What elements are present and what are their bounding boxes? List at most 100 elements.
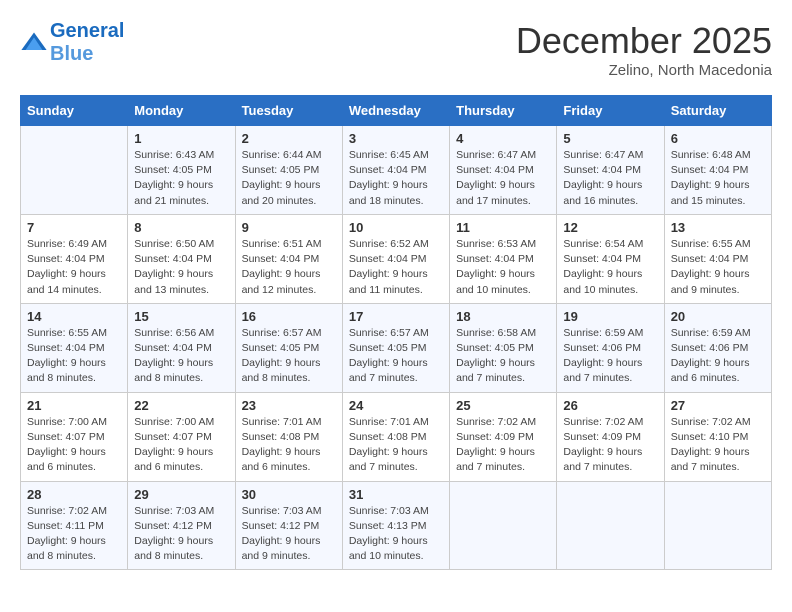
day-info: Sunrise: 7:01 AMSunset: 4:08 PMDaylight:… xyxy=(349,415,443,476)
calendar-cell: 29 Sunrise: 7:03 AMSunset: 4:12 PMDayligh… xyxy=(128,481,235,570)
day-number: 13 xyxy=(671,220,765,235)
calendar-cell: 2 Sunrise: 6:44 AMSunset: 4:05 PMDaylight… xyxy=(235,126,342,215)
calendar-week-row: 1 Sunrise: 6:43 AMSunset: 4:05 PMDaylight… xyxy=(21,126,772,215)
day-number: 12 xyxy=(563,220,657,235)
weekday-header: Tuesday xyxy=(235,96,342,126)
day-info: Sunrise: 6:54 AMSunset: 4:04 PMDaylight:… xyxy=(563,237,657,298)
calendar-cell: 5Sunrise: 6:47 AMSunset: 4:04 PMDaylight… xyxy=(557,126,664,215)
calendar-cell: 25Sunrise: 7:02 AMSunset: 4:09 PMDayligh… xyxy=(450,392,557,481)
calendar-cell: 3 Sunrise: 6:45 AMSunset: 4:04 PMDaylight… xyxy=(342,126,449,215)
calendar-cell: 19 Sunrise: 6:59 AMSunset: 4:06 PMDayligh… xyxy=(557,303,664,392)
day-info: Sunrise: 6:53 AMSunset: 4:04 PMDaylight:… xyxy=(456,237,550,298)
calendar-week-row: 21Sunrise: 7:00 AMSunset: 4:07 PMDayligh… xyxy=(21,392,772,481)
day-info: Sunrise: 6:59 AMSunset: 4:06 PMDaylight:… xyxy=(671,326,765,387)
weekday-header: Thursday xyxy=(450,96,557,126)
day-info: Sunrise: 6:47 AMSunset: 4:04 PMDaylight:… xyxy=(456,148,550,209)
day-number: 26 xyxy=(563,398,657,413)
calendar-cell: 12 Sunrise: 6:54 AMSunset: 4:04 PMDayligh… xyxy=(557,214,664,303)
day-info: Sunrise: 6:55 AMSunset: 4:04 PMDaylight:… xyxy=(27,326,121,387)
calendar-cell xyxy=(557,481,664,570)
day-info: Sunrise: 6:51 AMSunset: 4:04 PMDaylight:… xyxy=(242,237,336,298)
calendar-cell: 23 Sunrise: 7:01 AMSunset: 4:08 PMDayligh… xyxy=(235,392,342,481)
calendar-cell: 7 Sunrise: 6:49 AMSunset: 4:04 PMDaylight… xyxy=(21,214,128,303)
day-info: Sunrise: 6:59 AMSunset: 4:06 PMDaylight:… xyxy=(563,326,657,387)
day-info: Sunrise: 6:58 AMSunset: 4:05 PMDaylight:… xyxy=(456,326,550,387)
page-header: General Blue December 2025 Zelino, North… xyxy=(20,20,772,79)
calendar-cell: 13 Sunrise: 6:55 AMSunset: 4:04 PMDayligh… xyxy=(664,214,771,303)
day-info: Sunrise: 6:44 AMSunset: 4:05 PMDaylight:… xyxy=(242,148,336,209)
day-info: Sunrise: 6:43 AMSunset: 4:05 PMDaylight:… xyxy=(134,148,228,209)
day-number: 15 xyxy=(134,309,228,324)
day-number: 3 xyxy=(349,131,443,146)
day-number: 23 xyxy=(242,398,336,413)
day-info: Sunrise: 7:01 AMSunset: 4:08 PMDaylight:… xyxy=(242,415,336,476)
day-number: 1 xyxy=(134,131,228,146)
day-number: 21 xyxy=(27,398,121,413)
day-number: 17 xyxy=(349,309,443,324)
calendar-cell: 9Sunrise: 6:51 AMSunset: 4:04 PMDaylight… xyxy=(235,214,342,303)
logo: General Blue xyxy=(20,20,124,66)
calendar-week-row: 7 Sunrise: 6:49 AMSunset: 4:04 PMDaylight… xyxy=(21,214,772,303)
calendar-cell: 22Sunrise: 7:00 AMSunset: 4:07 PMDayligh… xyxy=(128,392,235,481)
day-number: 28 xyxy=(27,487,121,502)
calendar-cell: 15 Sunrise: 6:56 AMSunset: 4:04 PMDayligh… xyxy=(128,303,235,392)
day-info: Sunrise: 7:03 AMSunset: 4:12 PMDaylight:… xyxy=(134,504,228,565)
location: Zelino, North Macedonia xyxy=(516,62,772,79)
day-info: Sunrise: 6:48 AMSunset: 4:04 PMDaylight:… xyxy=(671,148,765,209)
day-info: Sunrise: 6:57 AMSunset: 4:05 PMDaylight:… xyxy=(242,326,336,387)
day-number: 11 xyxy=(456,220,550,235)
day-number: 5 xyxy=(563,131,657,146)
day-number: 4 xyxy=(456,131,550,146)
calendar-cell: 14 Sunrise: 6:55 AMSunset: 4:04 PMDayligh… xyxy=(21,303,128,392)
day-info: Sunrise: 6:45 AMSunset: 4:04 PMDaylight:… xyxy=(349,148,443,209)
day-info: Sunrise: 6:55 AMSunset: 4:04 PMDaylight:… xyxy=(671,237,765,298)
day-number: 24 xyxy=(349,398,443,413)
day-info: Sunrise: 6:49 AMSunset: 4:04 PMDaylight:… xyxy=(27,237,121,298)
calendar-cell: 6 Sunrise: 6:48 AMSunset: 4:04 PMDaylight… xyxy=(664,126,771,215)
day-number: 7 xyxy=(27,220,121,235)
calendar-cell: 26 Sunrise: 7:02 AMSunset: 4:09 PMDayligh… xyxy=(557,392,664,481)
day-number: 19 xyxy=(563,309,657,324)
weekday-header: Monday xyxy=(128,96,235,126)
calendar-cell: 8 Sunrise: 6:50 AMSunset: 4:04 PMDaylight… xyxy=(128,214,235,303)
day-number: 25 xyxy=(456,398,550,413)
weekday-header: Sunday xyxy=(21,96,128,126)
calendar-table: SundayMondayTuesdayWednesdayThursdayFrid… xyxy=(20,95,772,570)
calendar-cell: 18 Sunrise: 6:58 AMSunset: 4:05 PMDayligh… xyxy=(450,303,557,392)
day-info: Sunrise: 7:02 AMSunset: 4:10 PMDaylight:… xyxy=(671,415,765,476)
calendar-cell: 10 Sunrise: 6:52 AMSunset: 4:04 PMDayligh… xyxy=(342,214,449,303)
title-block: December 2025 Zelino, North Macedonia xyxy=(516,20,772,79)
header-row: SundayMondayTuesdayWednesdayThursdayFrid… xyxy=(21,96,772,126)
day-info: Sunrise: 7:02 AMSunset: 4:11 PMDaylight:… xyxy=(27,504,121,565)
calendar-cell xyxy=(450,481,557,570)
calendar-cell: 27Sunrise: 7:02 AMSunset: 4:10 PMDayligh… xyxy=(664,392,771,481)
day-number: 31 xyxy=(349,487,443,502)
day-number: 2 xyxy=(242,131,336,146)
calendar-cell: 31 Sunrise: 7:03 AMSunset: 4:13 PMDayligh… xyxy=(342,481,449,570)
day-number: 8 xyxy=(134,220,228,235)
day-number: 30 xyxy=(242,487,336,502)
day-number: 10 xyxy=(349,220,443,235)
day-number: 29 xyxy=(134,487,228,502)
day-info: Sunrise: 6:50 AMSunset: 4:04 PMDaylight:… xyxy=(134,237,228,298)
calendar-cell: 30 Sunrise: 7:03 AMSunset: 4:12 PMDayligh… xyxy=(235,481,342,570)
day-number: 16 xyxy=(242,309,336,324)
calendar-cell: 21Sunrise: 7:00 AMSunset: 4:07 PMDayligh… xyxy=(21,392,128,481)
calendar-cell: 17Sunrise: 6:57 AMSunset: 4:05 PMDayligh… xyxy=(342,303,449,392)
calendar-cell: 28 Sunrise: 7:02 AMSunset: 4:11 PMDayligh… xyxy=(21,481,128,570)
month-title: December 2025 xyxy=(516,20,772,62)
calendar-week-row: 28 Sunrise: 7:02 AMSunset: 4:11 PMDayligh… xyxy=(21,481,772,570)
day-number: 18 xyxy=(456,309,550,324)
day-info: Sunrise: 7:02 AMSunset: 4:09 PMDaylight:… xyxy=(563,415,657,476)
weekday-header: Friday xyxy=(557,96,664,126)
logo-text: General Blue xyxy=(50,20,124,66)
calendar-cell: 1 Sunrise: 6:43 AMSunset: 4:05 PMDaylight… xyxy=(128,126,235,215)
day-info: Sunrise: 6:56 AMSunset: 4:04 PMDaylight:… xyxy=(134,326,228,387)
day-info: Sunrise: 7:03 AMSunset: 4:13 PMDaylight:… xyxy=(349,504,443,565)
day-info: Sunrise: 7:03 AMSunset: 4:12 PMDaylight:… xyxy=(242,504,336,565)
calendar-cell: 16 Sunrise: 6:57 AMSunset: 4:05 PMDayligh… xyxy=(235,303,342,392)
day-info: Sunrise: 6:52 AMSunset: 4:04 PMDaylight:… xyxy=(349,237,443,298)
calendar-week-row: 14 Sunrise: 6:55 AMSunset: 4:04 PMDayligh… xyxy=(21,303,772,392)
day-number: 6 xyxy=(671,131,765,146)
day-number: 14 xyxy=(27,309,121,324)
